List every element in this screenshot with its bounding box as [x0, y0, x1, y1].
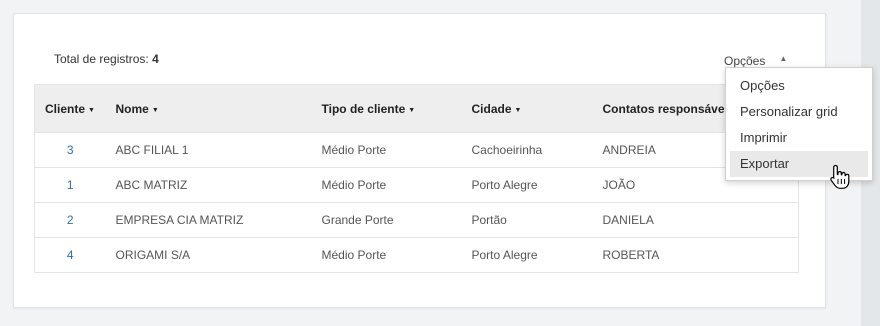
cliente-link[interactable]: 4 — [34, 237, 106, 273]
records-panel: Total de registros: 4 Opções ▲ Cliente ▼ … — [13, 13, 826, 308]
cell-cidade: Cachoeirinha — [461, 132, 593, 168]
cliente-link[interactable]: 1 — [34, 167, 106, 203]
table-row: 3 ABC FILIAL 1 Médio Porte Cachoeirinha … — [34, 132, 799, 168]
caret-up-icon: ▲ — [779, 54, 788, 63]
cell-contato: ROBERTA — [592, 237, 799, 273]
menu-item-opcoes[interactable]: Opções — [730, 73, 868, 99]
total-records-value: 4 — [152, 52, 159, 66]
total-records-label: Total de registros: — [54, 52, 149, 66]
options-toggle-button[interactable]: Opções ▲ — [724, 54, 787, 68]
menu-item-personalizar-grid[interactable]: Personalizar grid — [730, 99, 868, 125]
total-records: Total de registros: 4 — [54, 52, 159, 66]
grid-header-row: Cliente ▼ Nome ▼ Tipo de cliente ▼ Cidade ▼ … — [34, 84, 799, 133]
cell-tipo: Médio Porte — [311, 132, 462, 168]
cliente-link[interactable]: 2 — [34, 202, 106, 238]
column-header-cliente[interactable]: Cliente ▼ — [34, 84, 106, 133]
column-header-tipo-de-cliente[interactable]: Tipo de cliente ▼ — [311, 84, 462, 133]
table-row: 1 ABC MATRIZ Médio Porte Porto Alegre JO… — [34, 167, 799, 203]
cliente-link[interactable]: 3 — [34, 132, 106, 168]
cell-nome: ABC MATRIZ — [105, 167, 312, 203]
column-header-cidade[interactable]: Cidade ▼ — [461, 84, 593, 133]
cell-contato: DANIELA — [592, 202, 799, 238]
sort-arrow-icon: ▼ — [514, 106, 522, 114]
column-header-nome[interactable]: Nome ▼ — [105, 84, 312, 133]
options-toggle-label: Opções — [724, 54, 766, 68]
sort-arrow-icon: ▼ — [151, 106, 159, 114]
cell-cidade: Portão — [461, 202, 593, 238]
cell-nome: ABC FILIAL 1 — [105, 132, 312, 168]
clients-grid: Cliente ▼ Nome ▼ Tipo de cliente ▼ Cidade ▼ … — [34, 84, 799, 273]
menu-item-imprimir[interactable]: Imprimir — [730, 125, 868, 151]
cell-tipo: Grande Porte — [311, 202, 462, 238]
sort-arrow-icon: ▼ — [408, 106, 416, 114]
cell-nome: EMPRESA CIA MATRIZ — [105, 202, 312, 238]
cell-nome: ORIGAMI S/A — [105, 237, 312, 273]
hand-pointer-icon — [830, 164, 850, 189]
table-row: 4 ORIGAMI S/A Médio Porte Porto Alegre R… — [34, 237, 799, 273]
sort-arrow-icon: ▼ — [88, 106, 95, 114]
cell-cidade: Porto Alegre — [461, 237, 593, 273]
cell-cidade: Porto Alegre — [461, 167, 593, 203]
table-row: 2 EMPRESA CIA MATRIZ Grande Porte Portão… — [34, 202, 799, 238]
cell-tipo: Médio Porte — [311, 237, 462, 273]
cell-tipo: Médio Porte — [311, 167, 462, 203]
